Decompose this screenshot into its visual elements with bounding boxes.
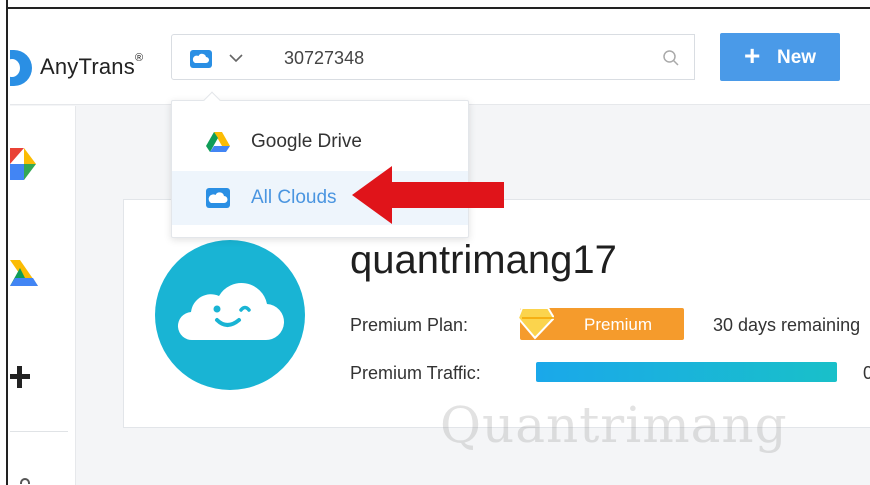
anytrans-logo-icon [10,50,32,86]
premium-badge-label: Premium [584,315,653,334]
dropdown-item-label: All Clouds [251,187,337,208]
account-icon[interactable] [20,478,30,484]
frame-border-top [0,0,870,9]
google-drive-icon[interactable] [10,256,38,295]
cloud-selector[interactable] [171,34,261,80]
plan-days-remaining: 30 days remaining [713,315,861,335]
new-button[interactable]: + New [720,33,840,81]
sidebar-divider [10,431,68,432]
avatar [155,240,305,390]
account-name: quantrimang17 [350,238,617,282]
premium-badge: Premium [516,307,684,340]
sidebar [10,106,76,485]
traffic-progress-bar [536,362,837,382]
traffic-label: Premium Traffic: [350,363,481,383]
traffic-value: 0 [863,363,870,383]
search-input-value[interactable]: 30727348 [284,48,364,69]
plus-icon: + [744,40,761,71]
app-title: AnyTrans® [40,52,144,79]
smiling-cloud-icon [177,283,285,341]
plus-icon[interactable] [10,364,32,395]
google-drive-icon [206,132,230,157]
red-arrow-annotation [352,166,508,229]
new-button-label: New [777,47,817,68]
dropdown-item-label: Google Drive [251,131,362,152]
search-field[interactable]: 30727348 [260,34,695,80]
watermark: Quantrimang [440,396,788,454]
chevron-down-icon [228,50,244,71]
pinwheel-icon[interactable] [10,144,38,189]
frame-border-left [0,0,8,485]
diamond-icon [516,306,556,345]
dropdown-item-google-drive[interactable]: Google Drive [172,115,468,169]
search-icon[interactable] [662,49,680,72]
plan-label: Premium Plan: [350,315,469,335]
cloud-icon [206,188,230,213]
cloud-icon [190,50,212,73]
